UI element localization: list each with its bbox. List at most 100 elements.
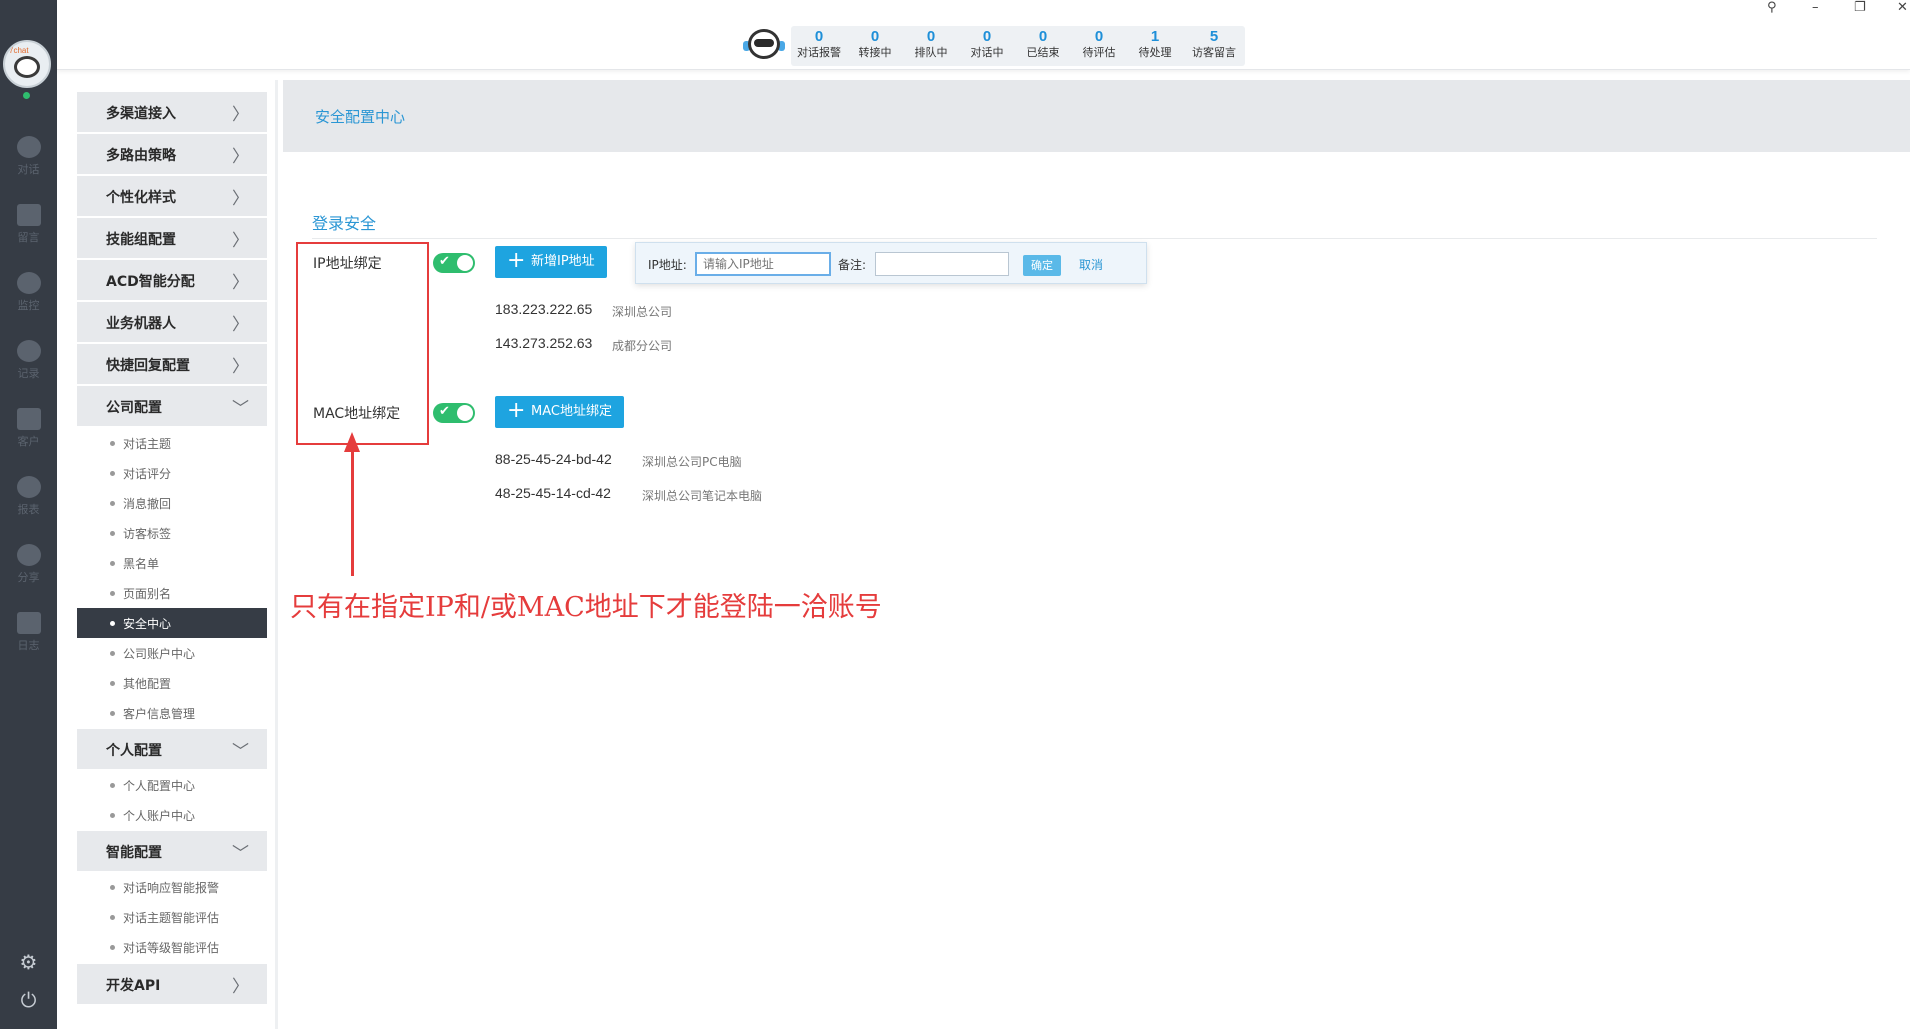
- menu-item-page-alias[interactable]: 页面别名: [77, 578, 267, 608]
- rail-item-reports[interactable]: 报表: [0, 468, 57, 526]
- menu-group-label: 多路由策略: [106, 148, 176, 164]
- rail-label: 客户: [17, 435, 40, 448]
- menu-item-personal-account[interactable]: 个人账户中心: [77, 800, 267, 830]
- menu-item-label: 对话评分: [123, 467, 172, 481]
- ip-address-input[interactable]: [695, 252, 831, 276]
- stat-pending[interactable]: 1 待处理: [1127, 26, 1183, 66]
- check-icon: ✔: [439, 254, 450, 269]
- menu-item-blacklist[interactable]: 黑名单: [77, 548, 267, 578]
- menu-group-label: 智能配置: [106, 845, 162, 861]
- rail-label: 记录: [17, 367, 40, 380]
- menu-item-security-center[interactable]: 安全中心: [77, 608, 267, 638]
- main-header: 安全配置中心: [283, 80, 1910, 152]
- settings-gear-icon[interactable]: ⚙: [0, 950, 57, 974]
- menu-group-skill-groups[interactable]: 技能组配置 〉: [77, 218, 267, 258]
- confirm-button[interactable]: 确定: [1023, 255, 1061, 276]
- bullet-icon: [110, 441, 115, 446]
- menu-group-company[interactable]: 公司配置 ﹀: [77, 386, 267, 426]
- ip-entry-note: 深圳总公司: [612, 305, 673, 319]
- menu-item-smart-level[interactable]: 对话等级智能评估: [77, 932, 267, 962]
- rail-item-chat[interactable]: 对话: [0, 128, 57, 186]
- menu-group-bot[interactable]: 业务机器人 〉: [77, 302, 267, 342]
- menu-item-smart-alarm[interactable]: 对话响应智能报警: [77, 872, 267, 902]
- menu-item-label: 消息撤回: [123, 497, 172, 511]
- menu-group-api[interactable]: 开发API 〉: [77, 964, 267, 1004]
- menu-group-quick-reply[interactable]: 快捷回复配置 〉: [77, 344, 267, 384]
- chevron-right-icon: 〉: [232, 105, 249, 125]
- menu-item-personal-config[interactable]: 个人配置中心: [77, 770, 267, 800]
- stat-num: 5: [1209, 28, 1219, 45]
- menu-group-multichannel[interactable]: 多渠道接入 〉: [77, 92, 267, 132]
- mac-binding-toggle[interactable]: ✔: [433, 403, 475, 423]
- stat-transferring[interactable]: 0 转接中: [847, 26, 903, 66]
- cancel-button[interactable]: 取消: [1079, 256, 1103, 273]
- menu-item-label: 页面别名: [123, 587, 172, 601]
- stat-visitor-messages[interactable]: 5 访客留言: [1183, 26, 1245, 66]
- share-icon: [16, 544, 41, 566]
- stat-label: 待处理: [1138, 46, 1172, 59]
- section-divider: [312, 238, 1877, 239]
- menu-item-smart-topic[interactable]: 对话主题智能评估: [77, 902, 267, 932]
- note-input[interactable]: [875, 252, 1009, 276]
- minimize-icon[interactable]: –: [1812, 0, 1819, 18]
- menu-group-personal[interactable]: 个人配置 ﹀: [77, 729, 267, 769]
- rail-label: 对话: [17, 163, 40, 176]
- menu-group-routing[interactable]: 多路由策略 〉: [77, 134, 267, 174]
- ip-binding-label: IP地址绑定: [313, 256, 382, 272]
- restore-icon[interactable]: ❐: [1854, 0, 1866, 18]
- rail-item-share[interactable]: 分享: [0, 536, 57, 594]
- stat-ended[interactable]: 0 已结束: [1015, 26, 1071, 66]
- rail-label: 监控: [17, 299, 40, 312]
- menu-group-label: 技能组配置: [106, 232, 176, 248]
- stat-label: 对话报警: [797, 46, 841, 59]
- rail-item-customers[interactable]: 客户: [0, 400, 57, 458]
- menu-item-label: 安全中心: [123, 617, 172, 631]
- menu-item-chat-topic[interactable]: 对话主题: [77, 428, 267, 458]
- ip-binding-toggle[interactable]: ✔: [433, 253, 475, 273]
- chevron-right-icon: 〉: [232, 315, 249, 335]
- bullet-icon: [110, 681, 115, 686]
- menu-group-label: 公司配置: [106, 400, 162, 416]
- toggle-knob: [457, 405, 473, 421]
- menu-item-label: 个人配置中心: [123, 779, 196, 793]
- menu-item-label: 黑名单: [123, 557, 160, 571]
- pin-icon[interactable]: ⚲: [1767, 0, 1777, 18]
- mac-entry-note: 深圳总公司PC电脑: [642, 455, 742, 469]
- bullet-icon: [110, 591, 115, 596]
- mascot-eyes-icon: [754, 39, 774, 47]
- rail-item-message[interactable]: 留言: [0, 196, 57, 254]
- clock-icon: [16, 340, 41, 362]
- power-icon[interactable]: ⏻: [0, 988, 57, 1012]
- bullet-icon: [110, 531, 115, 536]
- menu-group-smart[interactable]: 智能配置 ﹀: [77, 831, 267, 871]
- menu-group-acd[interactable]: ACD智能分配 〉: [77, 260, 267, 300]
- rail-label: 留言: [17, 231, 40, 244]
- close-icon[interactable]: ✕: [1897, 0, 1908, 18]
- chevron-right-icon: 〉: [232, 357, 249, 377]
- menu-item-label: 对话主题: [123, 437, 172, 451]
- rail-item-records[interactable]: 记录: [0, 332, 57, 390]
- rail-label: 报表: [17, 503, 40, 516]
- stat-alarm[interactable]: 0 对话报警: [791, 26, 847, 66]
- pie-chart-icon: [16, 476, 41, 498]
- menu-group-label: 个性化样式: [106, 190, 176, 206]
- menu-item-message-recall[interactable]: 消息撤回: [77, 488, 267, 518]
- stat-to-evaluate[interactable]: 0 待评估: [1071, 26, 1127, 66]
- agent-avatar[interactable]: 7chat: [3, 40, 51, 88]
- menu-item-visitor-tags[interactable]: 访客标签: [77, 518, 267, 548]
- bullet-icon: [110, 783, 115, 788]
- rail-item-monitor[interactable]: 监控: [0, 264, 57, 322]
- bullet-icon: [110, 501, 115, 506]
- add-mac-button[interactable]: + MAC地址绑定: [495, 396, 624, 428]
- rail-item-logs[interactable]: 日志: [0, 604, 57, 662]
- menu-item-company-account[interactable]: 公司账户中心: [77, 638, 267, 668]
- menu-item-customer-info[interactable]: 客户信息管理: [77, 698, 267, 728]
- menu-item-chat-rating[interactable]: 对话评分: [77, 458, 267, 488]
- menu-item-other-config[interactable]: 其他配置: [77, 668, 267, 698]
- stat-chatting[interactable]: 0 对话中: [959, 26, 1015, 66]
- stat-queue[interactable]: 0 排队中: [903, 26, 959, 66]
- menu-group-style[interactable]: 个性化样式 〉: [77, 176, 267, 216]
- add-ip-button[interactable]: + 新增IP地址: [495, 246, 607, 278]
- bullet-icon: [110, 651, 115, 656]
- menu-item-label: 对话主题智能评估: [123, 911, 220, 925]
